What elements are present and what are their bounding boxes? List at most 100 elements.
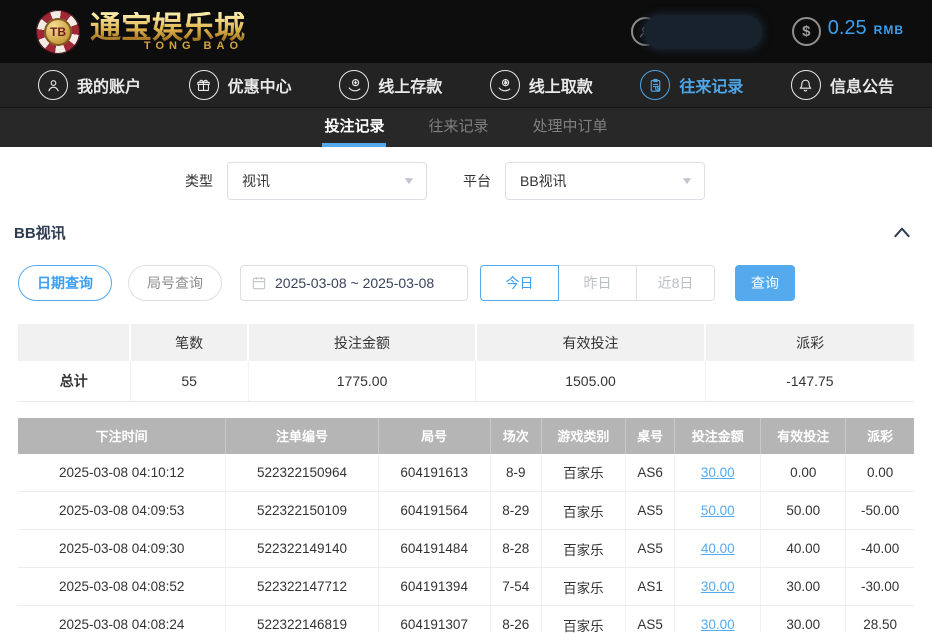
search-button[interactable]: 查询 [735,265,795,301]
topbar-right: $ 0.25 RMB [631,15,904,49]
cell-payout: -50.00 [846,492,914,530]
summary-table: 笔数 投注金额 有效投注 派彩 总计 55 1775.00 1505.00 -1… [18,324,914,402]
table-row: 2025-03-08 04:08:24 522322146819 6041913… [18,606,914,633]
cell-order-no: 522322149140 [226,530,378,568]
cell-game-type: 百家乐 [541,606,625,633]
bet-amount-link[interactable]: 50.00 [701,503,735,518]
col-header-payout: 派彩 [846,418,914,454]
cell-order-no: 522322150109 [226,492,378,530]
nav-item-announcements[interactable]: 信息公告 [791,70,894,100]
round-query-button[interactable]: 局号查询 [128,265,222,301]
cell-table-no: AS5 [625,492,674,530]
cell-bet-amount: 50.00 [675,492,761,530]
tab-label: 投注记录 [324,115,384,136]
cell-game-type: 百家乐 [541,568,625,606]
type-label: 类型 [185,171,213,191]
summary-total-row: 总计 55 1775.00 1505.00 -147.75 [18,361,914,401]
tab-transaction-records[interactable]: 往来记录 [426,108,490,147]
account-area [631,15,762,49]
yesterday-button[interactable]: 昨日 [558,265,637,301]
cell-round-no: 604191307 [378,606,490,633]
col-header-order-no: 注单编号 [226,418,378,454]
site-logo[interactable]: TB 通宝娱乐城 TONG BAO [36,10,245,54]
table-header-row: 下注时间 注单编号 局号 场次 游戏类别 桌号 投注金额 有效投注 派彩 [18,418,914,454]
nav-label: 往来记录 [679,73,743,97]
col-header-bet-time: 下注时间 [18,418,226,454]
tab-bet-records[interactable]: 投注记录 [322,108,386,147]
cell-bet-time: 2025-03-08 04:10:12 [18,454,226,492]
balance-currency: RMB [874,23,904,37]
nav-item-my-account[interactable]: 我的账户 [38,70,141,100]
section-title: BB视讯 [14,222,66,243]
balance-amount: 0.25 [828,17,867,40]
nav-item-withdraw[interactable]: 线上取款 [490,70,593,100]
table-row: 2025-03-08 04:09:53 522322150109 6041915… [18,492,914,530]
total-count: 55 [130,361,248,401]
nav-item-transaction-records[interactable]: 往来记录 [640,70,743,100]
cell-round-no: 604191613 [378,454,490,492]
cell-bet-amount: 40.00 [675,530,761,568]
total-valid-bet: 1505.00 [476,361,705,401]
cell-table-no: AS5 [625,606,674,633]
bet-amount-link[interactable]: 30.00 [701,465,735,480]
deposit-icon [339,70,369,100]
summary-header-count: 笔数 [130,324,248,361]
date-range-input[interactable]: 2025-03-08 ~ 2025-03-08 [240,265,468,301]
type-select-value: 视讯 [242,171,270,191]
cell-bet-amount: 30.00 [675,606,761,633]
col-header-game-type: 游戏类别 [541,418,625,454]
platform-select-value: BB视讯 [520,171,567,191]
username-redacted [644,15,762,49]
logo-text: 通宝娱乐城 TONG BAO [90,12,245,52]
tab-label: 往来记录 [428,115,488,136]
cell-round-no: 604191484 [378,530,490,568]
nav-item-promotions[interactable]: 优惠中心 [189,70,292,100]
bet-amount-link[interactable]: 40.00 [701,541,735,556]
calendar-icon [251,275,267,291]
today-button[interactable]: 今日 [480,265,559,301]
chip-monogram: TB [44,18,72,46]
cell-table-no: AS6 [625,454,674,492]
type-select[interactable]: 视讯 ▼ [227,162,427,200]
main-nav: 我的账户 优惠中心 线上存款 线上取款 往来记录 [0,63,932,107]
cell-payout: -30.00 [846,568,914,606]
cell-session: 8-29 [490,492,541,530]
collapse-section-button[interactable] [892,225,912,239]
table-row: 2025-03-08 04:10:12 522322150964 6041916… [18,454,914,492]
query-toolbar: 日期查询 局号查询 2025-03-08 ~ 2025-03-08 今日 昨日 … [0,265,932,301]
date-query-button[interactable]: 日期查询 [18,265,112,301]
nav-item-deposit[interactable]: 线上存款 [339,70,442,100]
date-range-value: 2025-03-08 ~ 2025-03-08 [275,275,434,291]
cell-round-no: 604191564 [378,492,490,530]
cell-bet-amount: 30.00 [675,454,761,492]
nav-label: 优惠中心 [228,73,292,97]
cell-valid-bet: 0.00 [761,454,846,492]
last-8-days-button[interactable]: 近8日 [636,265,715,301]
tab-pending-orders[interactable]: 处理中订单 [531,108,610,147]
tab-label: 处理中订单 [533,115,608,136]
quick-range-group: 今日 昨日 近8日 [480,265,715,301]
bell-icon [791,70,821,100]
summary-header-valid-bet: 有效投注 [476,324,705,361]
cell-bet-time: 2025-03-08 04:08:52 [18,568,226,606]
cell-payout: 28.50 [846,606,914,633]
platform-select[interactable]: BB视讯 ▼ [505,162,705,200]
cell-session: 8-26 [490,606,541,633]
table-row: 2025-03-08 04:09:30 522322149140 6041914… [18,530,914,568]
poker-chip-icon: TB [36,10,80,54]
logo-title: 通宝娱乐城 [90,12,245,43]
summary-header-row: 笔数 投注金额 有效投注 派彩 [18,324,914,361]
cell-order-no: 522322150964 [226,454,378,492]
records-icon [640,70,670,100]
balance-display: $ 0.25 RMB [792,17,904,46]
bet-amount-link[interactable]: 30.00 [701,617,735,632]
cell-round-no: 604191394 [378,568,490,606]
section-header: BB视讯 [0,221,932,243]
cell-order-no: 522322146819 [226,606,378,633]
cell-bet-time: 2025-03-08 04:09:53 [18,492,226,530]
platform-label: 平台 [463,171,491,191]
cell-order-no: 522322147712 [226,568,378,606]
bet-amount-link[interactable]: 30.00 [701,579,735,594]
cell-bet-time: 2025-03-08 04:08:24 [18,606,226,633]
sub-tab-bar: 投注记录 往来记录 处理中订单 [0,107,932,147]
